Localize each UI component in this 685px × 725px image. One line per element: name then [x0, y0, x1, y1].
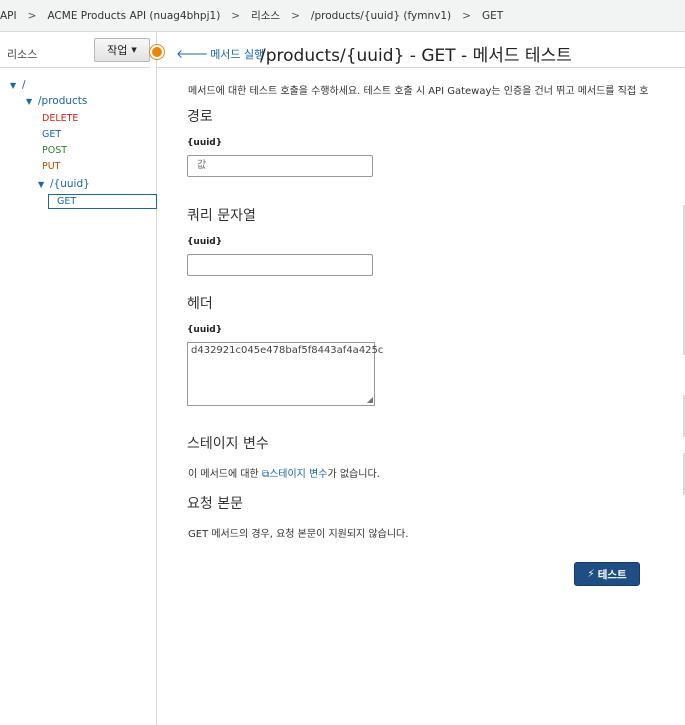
request-body-note: GET 메서드의 경우, 요청 본문이 지원되지 않습니다. — [188, 529, 409, 540]
sidebar-toggle-handle[interactable] — [150, 45, 164, 59]
path-param-label: {uuid} — [187, 138, 223, 148]
expand-triangle-icon[interactable]: ▼ — [10, 81, 22, 90]
tree-item-root-label: / — [22, 79, 26, 91]
page-title: /products/{uuid} - GET - 메서드 테스트 — [260, 46, 572, 66]
headers-value: d432921c045e478baf5f8443af4a425c — [191, 345, 384, 356]
tree-method-delete[interactable]: DELETE — [42, 113, 78, 124]
query-string-heading: 쿼리 문자열 — [187, 208, 256, 224]
tree-item-products-label: /products — [38, 95, 88, 107]
arrow-left-icon: 🡐 — [176, 47, 209, 61]
breadcrumb-api-name[interactable]: ACME Products API (nuag4bhpj1) — [47, 10, 220, 22]
expand-triangle-icon[interactable]: ▼ — [26, 97, 38, 106]
header-divider — [157, 67, 685, 68]
stage-variables-link[interactable]: 스테이지 변수 — [269, 469, 327, 480]
tree-item-uuid[interactable]: ▼/{uuid} — [38, 178, 90, 190]
actions-label: 작업 — [107, 44, 128, 57]
tree-item-root[interactable]: ▼ / — [10, 79, 26, 91]
sidebar-title: 리소스 — [7, 48, 38, 61]
tree-method-put[interactable]: PUT — [42, 161, 61, 172]
external-link-icon: ⧉ — [261, 469, 270, 480]
query-uuid-input[interactable] — [187, 254, 373, 276]
sidebar-header: 리소스 작업 ▼ — [0, 32, 150, 68]
breadcrumb: API > ACME Products API (nuag4bhpj1) > 리… — [0, 0, 685, 32]
expand-triangle-icon[interactable]: ▼ — [38, 180, 50, 189]
stage-note-prefix: 이 메서드에 대한 — [188, 469, 262, 480]
breadcrumb-resource-path[interactable]: /products/{uuid} (fymnv1) — [311, 10, 451, 22]
test-button-label: 테스트 — [597, 568, 627, 581]
stage-variables-heading: 스테이지 변수 — [187, 436, 269, 452]
breadcrumb-resources[interactable]: 리소스 — [251, 8, 280, 23]
resources-sidebar: 리소스 작업 ▼ ▼ / ▼/products DELETE GET POST P… — [0, 32, 157, 725]
request-body-heading: 요청 본문 — [187, 496, 243, 512]
query-param-label: {uuid} — [187, 237, 223, 247]
headers-textarea[interactable]: d432921c045e478baf5f8443af4a425c ◢ — [187, 342, 383, 406]
header-param-label: {uuid} — [187, 325, 223, 335]
breadcrumb-separator: > — [27, 9, 37, 22]
test-description: 메서드에 대한 테스트 호출을 수행하세요. 테스트 호출 시 API Gate… — [188, 86, 649, 97]
tree-item-products[interactable]: ▼/products — [26, 95, 87, 107]
tree-item-uuid-label: /{uuid} — [50, 178, 90, 190]
breadcrumb-separator: > — [462, 9, 471, 22]
back-to-method-execution-link[interactable]: 🡐 메서드 실행 — [176, 46, 264, 62]
breadcrumb-separator: > — [291, 9, 300, 22]
stage-variables-note: 이 메서드에 대한 ⧉스테이지 변수가 없습니다. — [188, 465, 380, 480]
back-link-label: 메서드 실행 — [210, 48, 265, 61]
headers-heading: 헤더 — [187, 296, 213, 312]
breadcrumb-separator: > — [231, 9, 241, 22]
resize-handle-icon[interactable]: ◢ — [367, 395, 373, 404]
tree-method-post[interactable]: POST — [42, 145, 67, 156]
breadcrumb-method[interactable]: GET — [482, 10, 503, 22]
actions-dropdown-button[interactable]: 작업 ▼ — [94, 38, 150, 62]
test-button[interactable]: ⚡ 테스트 — [574, 562, 640, 586]
method-test-panel: 🡐 메서드 실행 /products/{uuid} - GET - 메서드 테스트… — [157, 32, 685, 725]
tree-method-get[interactable]: GET — [42, 129, 61, 140]
path-uuid-input[interactable] — [187, 155, 373, 177]
breadcrumb-api[interactable]: API — [0, 10, 17, 22]
lightning-icon: ⚡ — [587, 568, 595, 580]
caret-down-icon: ▼ — [131, 46, 137, 54]
tree-method-get-selected[interactable]: GET — [48, 194, 157, 209]
stage-note-suffix: 가 없습니다. — [327, 469, 380, 480]
path-heading: 경로 — [187, 109, 213, 125]
